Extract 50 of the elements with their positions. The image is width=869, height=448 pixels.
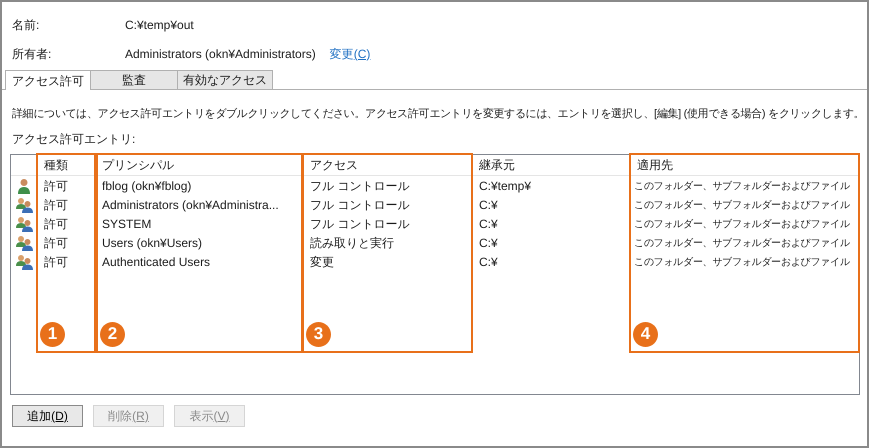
tab[interactable]: 有効なアクセス	[177, 70, 273, 89]
list-label: アクセス許可エントリ:	[11, 130, 136, 148]
table-cell-text: このフォルダー、サブフォルダーおよびファイル	[633, 180, 851, 194]
column-header[interactable]: アクセス	[303, 154, 472, 174]
action-button[interactable]: 追加(D)	[12, 404, 83, 426]
user-group-icon	[16, 254, 32, 270]
callout-number: 3	[306, 322, 331, 346]
table-cell-text: このフォルダー、サブフォルダーおよびファイル	[633, 256, 851, 270]
table-cell-text: C:¥	[478, 216, 499, 233]
table-cell-text: 読み取りと実行	[309, 235, 395, 252]
table-cell-text: 許可	[43, 235, 69, 252]
field-label: 所有者:	[12, 46, 52, 62]
table-cell-text: 変更	[309, 254, 335, 271]
table-cell-text: Administrators (okn¥Administra...	[101, 197, 280, 214]
table-cell-text: このフォルダー、サブフォルダーおよびファイル	[633, 236, 851, 250]
table-cell-text: C:¥	[478, 235, 499, 252]
table-cell-text: フル コントロール	[309, 197, 410, 214]
callout-number: 1	[40, 322, 65, 346]
field-value: C:¥temp¥out	[125, 16, 194, 34]
table-cell-text: SYSTEM	[101, 216, 152, 233]
table-cell-text: fblog (okn¥fblog)	[101, 178, 192, 195]
table-cell-text: C:¥temp¥	[478, 178, 532, 195]
user-group-icon	[16, 235, 32, 251]
table-cell-text: Users (okn¥Users)	[101, 235, 204, 252]
table-cell-text: 許可	[43, 254, 69, 271]
table-cell-text: C:¥	[478, 197, 499, 214]
field-label: 名前:	[12, 16, 40, 34]
table-cell-text: 許可	[43, 216, 69, 233]
table-cell-text: C:¥	[478, 254, 499, 271]
table-cell-text: このフォルダー、サブフォルダーおよびファイル	[633, 218, 851, 232]
callout-number: 4	[633, 322, 658, 346]
user-icon	[17, 178, 31, 194]
field-value: Administrators (okn¥Administrators)	[125, 46, 316, 62]
table-cell-text: このフォルダー、サブフォルダーおよびファイル	[633, 198, 851, 212]
description-text: 詳細については、アクセス許可エントリをダブルクリックしてください。アクセス許可エントリを変更するには、エントリを選択し、[編集] (使用できる場合) をクリックします。	[11, 106, 866, 122]
user-group-icon	[16, 197, 32, 213]
column-header[interactable]: 適用先	[630, 154, 859, 174]
column-header[interactable]: プリンシパル	[95, 154, 303, 174]
column-header[interactable]: 種類	[37, 154, 95, 174]
change-link[interactable]: 変更(C)	[330, 44, 370, 62]
table-cell-text: 許可	[43, 197, 69, 214]
table-cell-text: フル コントロール	[309, 178, 410, 195]
table-cell-text: フル コントロール	[309, 216, 410, 233]
tab[interactable]: アクセス許可	[5, 70, 91, 90]
callout-number: 2	[100, 322, 125, 346]
tab[interactable]: 監査	[90, 70, 178, 89]
column-header[interactable]: 継承元	[472, 154, 630, 174]
table-cell-text: Authenticated Users	[101, 254, 212, 271]
user-group-icon	[16, 216, 32, 232]
table-cell-text: 許可	[43, 178, 69, 195]
